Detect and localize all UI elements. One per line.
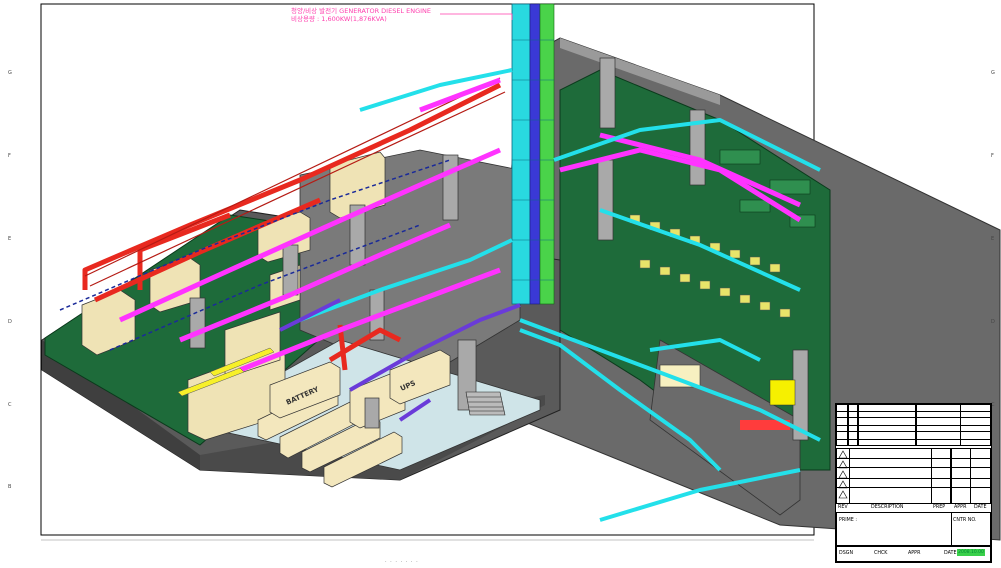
dsgn-label: DSGN: [839, 551, 854, 556]
rev-header: REV: [838, 505, 848, 510]
zone-letter-left-d: D: [8, 319, 12, 325]
date-header: DATE: [974, 505, 987, 510]
zone-letter-left-c: C: [8, 402, 12, 408]
stairs: [465, 391, 506, 416]
appr-sign-label: APPR: [908, 551, 921, 556]
prime-label: PRIME :: [839, 518, 857, 523]
prep-header: PREP: [933, 505, 946, 510]
cntr-label: CNTR NO.: [953, 518, 977, 523]
zone-letter-right-f: F: [991, 153, 994, 159]
vertical-duct-tower: [511, 3, 555, 305]
zone-letter-left-f: F: [8, 153, 11, 159]
revision-triangle-icons: [838, 450, 848, 499]
zone-letter-left-e: E: [8, 236, 12, 242]
date-sign-label: DATE: [944, 551, 957, 556]
zone-letter-right-g: G: [991, 70, 995, 76]
description-header: DESCRIPTION: [871, 505, 904, 510]
zone-letter-right-d: D: [991, 319, 995, 325]
zone-letter-left-b: B: [8, 484, 12, 490]
annotation-line-2: 비상용량 : 1,600KW(1,876KVA): [291, 15, 387, 23]
generator-annotation: 청양/비상 발전기 GENERATOR DIESEL ENGINE 비상용량 :…: [291, 7, 431, 23]
chck-label: CHCK: [874, 551, 888, 556]
title-block: REV DESCRIPTION PREP APPR DATE PRIME : C…: [835, 403, 992, 563]
annotation-line-1: 청양/비상 발전기 GENERATOR DIESEL ENGINE: [291, 7, 432, 15]
zone-letter-right-e: E: [991, 236, 995, 242]
date-value: 2008.10.00: [957, 549, 985, 556]
appr-header: APPR: [954, 505, 967, 510]
zone-letter-left-g: G: [8, 70, 12, 76]
drawing-caption: · · · · · · ·: [385, 559, 419, 565]
